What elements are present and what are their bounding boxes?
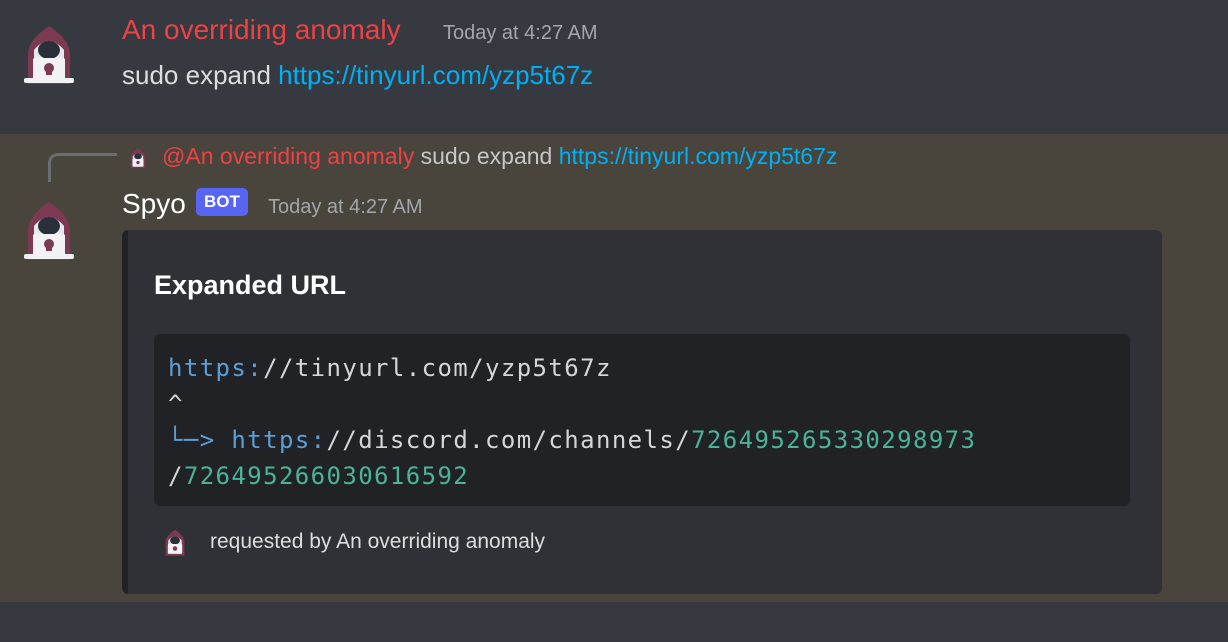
code-scheme: https: [168, 354, 264, 382]
code-text: //discord.com/channels/ [326, 426, 692, 454]
code-number: 726495265330298973 [691, 426, 977, 454]
code-number: 726495266030616592 [183, 462, 470, 490]
code-line-4: /726495266030616592 [168, 458, 1116, 494]
message-command: sudo expand [122, 60, 271, 90]
message-content: sudo expand https://tinyurl.com/yzp5t67z [122, 60, 593, 91]
reply-mention[interactable]: @An overriding anomaly [162, 143, 414, 169]
code-line-2: ^ [168, 390, 184, 418]
reply-avatar-icon[interactable] [128, 143, 148, 169]
embed-title: Expanded URL [154, 270, 347, 300]
message-area-bottom [0, 602, 1228, 642]
code-text: / [168, 462, 184, 490]
embed-footer: requested by An overriding anomaly [210, 530, 546, 553]
bot-avatar-icon[interactable] [20, 190, 78, 260]
embed-card: Expanded URL https://tinyurl.com/yzp5t67… [122, 230, 1162, 594]
code-line-3: └─> https://discord.com/channels/7264952… [168, 422, 1116, 458]
code-scheme: https: [231, 426, 327, 454]
user-avatar-icon[interactable] [20, 14, 78, 84]
footer-avatar-icon [162, 522, 188, 558]
message-timestamp: Today at 4:27 AM [443, 22, 598, 44]
reply-preview[interactable]: @An overriding anomaly sudo expand https… [162, 143, 837, 170]
reply-command: sudo expand [420, 143, 553, 169]
message-link[interactable]: https://tinyurl.com/yzp5t67z [278, 60, 593, 90]
reply-connector [48, 153, 117, 182]
bot-author-name[interactable]: Spyo [122, 188, 186, 220]
code-text: //tinyurl.com/yzp5t67z [263, 354, 612, 382]
code-line-1: https://tinyurl.com/yzp5t67z [168, 350, 1116, 386]
code-arrow: └─> [168, 426, 216, 454]
embed-codeblock: https://tinyurl.com/yzp5t67z ^ └─> https… [154, 334, 1130, 506]
bot-message-timestamp: Today at 4:27 AM [268, 196, 423, 218]
message-author-name[interactable]: An overriding anomaly [122, 14, 401, 46]
reply-link[interactable]: https://tinyurl.com/yzp5t67z [559, 143, 838, 169]
bot-badge: BOT [196, 188, 248, 216]
